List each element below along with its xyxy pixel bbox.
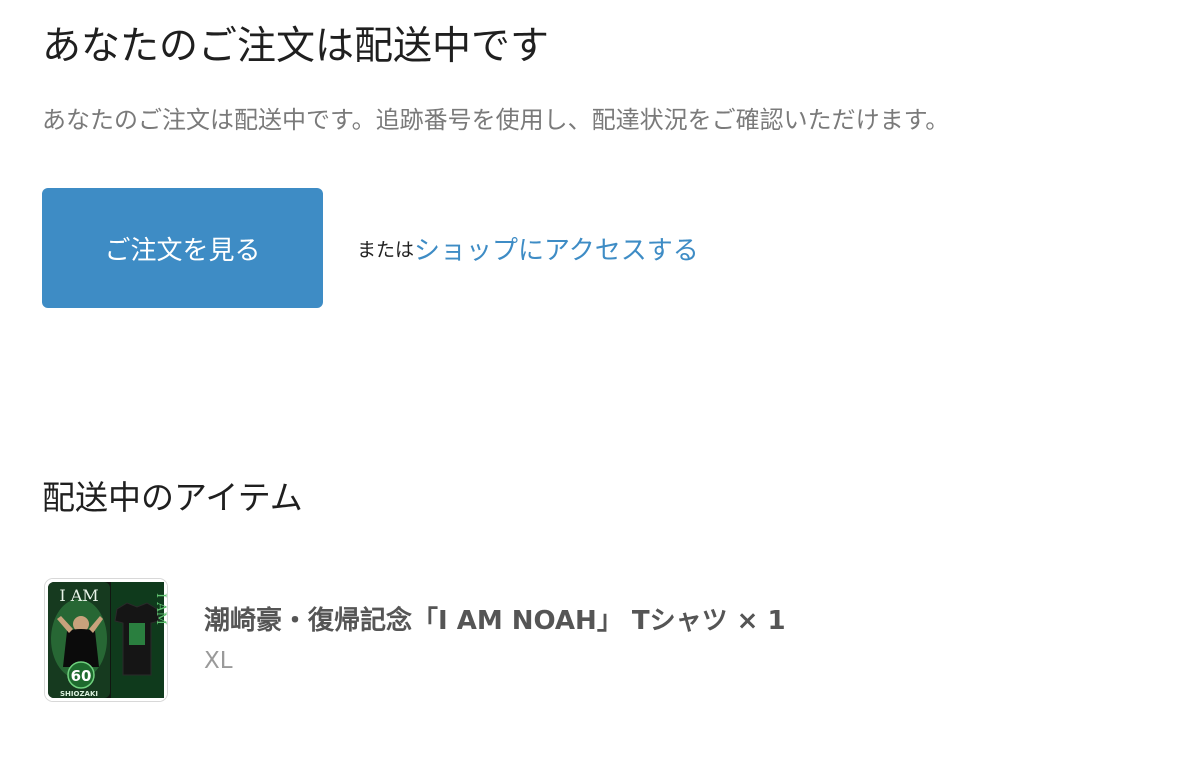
item-quantity: × 1 <box>736 606 786 636</box>
tshirt-image: I AM 60 SHIOZAKI I AM <box>45 579 167 701</box>
thumbnail-brand-text: SHIOZAKI <box>60 690 98 698</box>
order-shipped-page: あなたのご注文は配送中です あなたのご注文は配送中です。追跡番号を使用し、配達状… <box>0 0 1188 766</box>
thumbnail-side-text: I AM <box>153 593 167 625</box>
shipped-items-title: 配送中のアイテム <box>42 478 303 517</box>
shipped-item: I AM 60 SHIOZAKI I AM 潮崎豪・復帰記念「I AM NOAH… <box>44 578 786 702</box>
item-name-line: 潮崎豪・復帰記念「I AM NOAH」 Tシャツ × 1 <box>204 603 786 639</box>
item-variant: XL <box>204 648 233 674</box>
visit-shop-link[interactable]: ショップにアクセスする <box>414 230 699 267</box>
thumbnail-number-text: 60 <box>71 667 92 685</box>
action-row: ご注文を見る または ショップにアクセスする <box>42 188 699 308</box>
or-text: または <box>357 238 415 261</box>
page-description: あなたのご注文は配送中です。追跡番号を使用し、配達状況をご確認いただけます。 <box>42 106 950 134</box>
thumbnail-top-text: I AM <box>59 586 98 605</box>
page-title: あなたのご注文は配送中です <box>42 24 550 69</box>
item-details: 潮崎豪・復帰記念「I AM NOAH」 Tシャツ × 1 XL <box>204 603 786 677</box>
item-name: 潮崎豪・復帰記念「I AM NOAH」 Tシャツ <box>204 606 728 636</box>
product-thumbnail: I AM 60 SHIOZAKI I AM <box>44 578 168 702</box>
view-order-button[interactable]: ご注文を見る <box>42 188 323 308</box>
